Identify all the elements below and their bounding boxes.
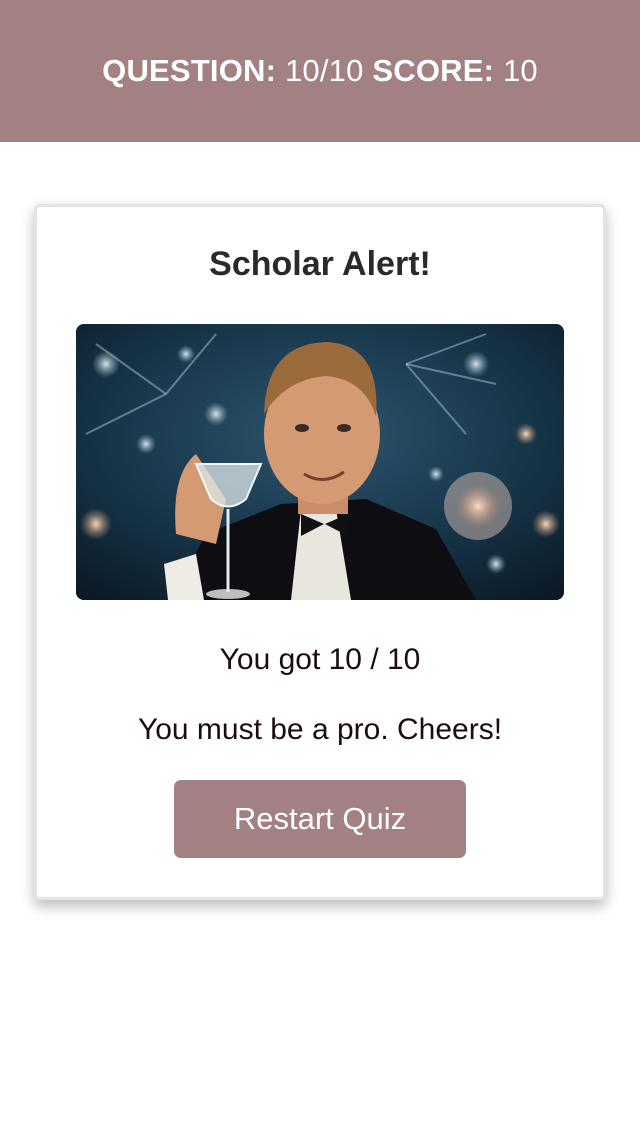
quiz-status-text: QUESTION: 10/10 SCORE: 10 [102,53,538,89]
result-message: You must be a pro. Cheers! [137,713,503,746]
celebration-image [76,324,564,600]
quiz-status-bar: QUESTION: 10/10 SCORE: 10 [0,0,640,142]
question-value: 10/10 [284,53,364,88]
score-label: SCORE: [372,53,495,88]
score-result-text: You got 10 / 10 [219,643,421,676]
celebration-toast-illustration [76,324,564,600]
score-value: 10 [502,53,538,88]
question-label: QUESTION: [102,53,277,88]
result-title: Scholar Alert! [209,245,431,283]
restart-quiz-button[interactable]: Restart Quiz [174,780,466,858]
result-card: Scholar Alert! You got 10 / 10 You must … [34,204,606,900]
